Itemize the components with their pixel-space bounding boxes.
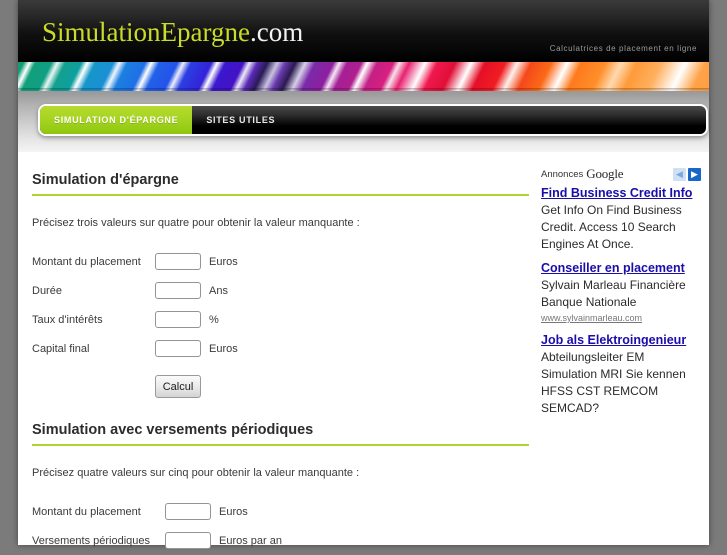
main-column: Simulation d'épargne Précisez trois vale… <box>32 172 532 555</box>
input-versements-periodiques[interactable] <box>165 532 211 549</box>
page-title: Simulation d'épargne <box>32 172 529 196</box>
decorative-color-band <box>18 62 709 91</box>
content-area: Simulation d'épargne Précisez trois vale… <box>18 152 709 549</box>
ad-item: Find Business Credit Info Get Info On Fi… <box>541 185 701 253</box>
input-montant-placement[interactable] <box>155 253 201 270</box>
input-capital-final[interactable] <box>155 340 201 357</box>
section2-instructions: Précisez quatre valeurs sur cinq pour ob… <box>32 467 360 479</box>
unit-montant-placement-2: Euros <box>219 505 248 518</box>
next-arrow-icon[interactable]: ▶ <box>688 167 701 181</box>
tab-simulation-epargne[interactable]: SIMULATION D'ÉPARGNE <box>40 106 193 134</box>
site-tagline: Calculatrices de placement en ligne <box>549 44 697 53</box>
unit-duree: Ans <box>209 284 228 297</box>
field-row-versements-periodiques: Versements périodiques Euros par an <box>32 526 532 555</box>
nav-area: SIMULATION D'ÉPARGNE SITES UTILES <box>18 91 709 152</box>
tab-sites-utiles[interactable]: SITES UTILES <box>192 106 289 134</box>
field-row-montant-placement-2: Montant du placement Euros <box>32 497 532 526</box>
section1-instructions: Précisez trois valeurs sur quatre pour o… <box>32 217 360 229</box>
ad-item: Job als Elektroingenieur Abteilungsleite… <box>541 332 701 417</box>
unit-taux-interets: % <box>209 313 219 326</box>
logo-text-suffix: .com <box>249 17 304 47</box>
field-row-capital-final: Capital final Euros <box>32 334 532 363</box>
prev-arrow-icon[interactable]: ◀ <box>673 167 686 181</box>
ad-item: Conseiller en placement Sylvain Marleau … <box>541 260 701 325</box>
ad-title-link[interactable]: Conseiller en placement <box>541 260 701 277</box>
site-header: SimulationEpargne.com Calculatrices de p… <box>18 0 709 62</box>
input-duree[interactable] <box>155 282 201 299</box>
ad-title-link[interactable]: Find Business Credit Info <box>541 185 701 202</box>
label-taux-interets: Taux d'intérêts <box>32 313 103 326</box>
ads-label: Annonces <box>541 168 584 180</box>
ads-header: Annonces Google ◀ ▶ <box>541 166 701 182</box>
button-row: Calcul <box>32 375 532 398</box>
main-navigation: SIMULATION D'ÉPARGNE SITES UTILES <box>38 104 708 136</box>
sidebar-ads: Annonces Google ◀ ▶ Find Business Credit… <box>541 166 701 424</box>
page-container: SimulationEpargne.com Calculatrices de p… <box>18 0 709 549</box>
ad-description: Get Info On Find Business Credit. Access… <box>541 203 682 251</box>
unit-capital-final: Euros <box>209 342 238 355</box>
label-capital-final: Capital final <box>32 342 90 355</box>
google-wordmark: Google <box>586 166 624 181</box>
unit-montant-placement: Euros <box>209 255 238 268</box>
field-row-taux-interets: Taux d'intérêts % <box>32 305 532 334</box>
input-taux-interets[interactable] <box>155 311 201 328</box>
ad-description: Sylvain Marleau Financière Banque Nation… <box>541 278 686 309</box>
logo-text-primary: SimulationEpargne <box>42 17 250 47</box>
label-montant-placement: Montant du placement <box>32 255 141 268</box>
section2-title: Simulation avec versements périodiques <box>32 422 529 446</box>
input-montant-placement-2[interactable] <box>165 503 211 520</box>
label-montant-placement-2: Montant du placement <box>32 505 141 518</box>
ad-description: Abteilungsleiter EM Simulation MRI Sie k… <box>541 350 686 415</box>
label-duree: Durée <box>32 284 62 297</box>
ad-display-url[interactable]: www.sylvainmarleau.com <box>541 311 701 325</box>
calcul-button[interactable]: Calcul <box>155 375 201 398</box>
section-versements-periodiques: Simulation avec versements périodiques P… <box>32 422 532 555</box>
field-row-montant-placement: Montant du placement Euros <box>32 247 532 276</box>
site-logo[interactable]: SimulationEpargne.com <box>42 17 303 48</box>
field-row-duree: Durée Ans <box>32 276 532 305</box>
color-stripes <box>18 62 709 91</box>
ad-title-link[interactable]: Job als Elektroingenieur <box>541 332 701 349</box>
